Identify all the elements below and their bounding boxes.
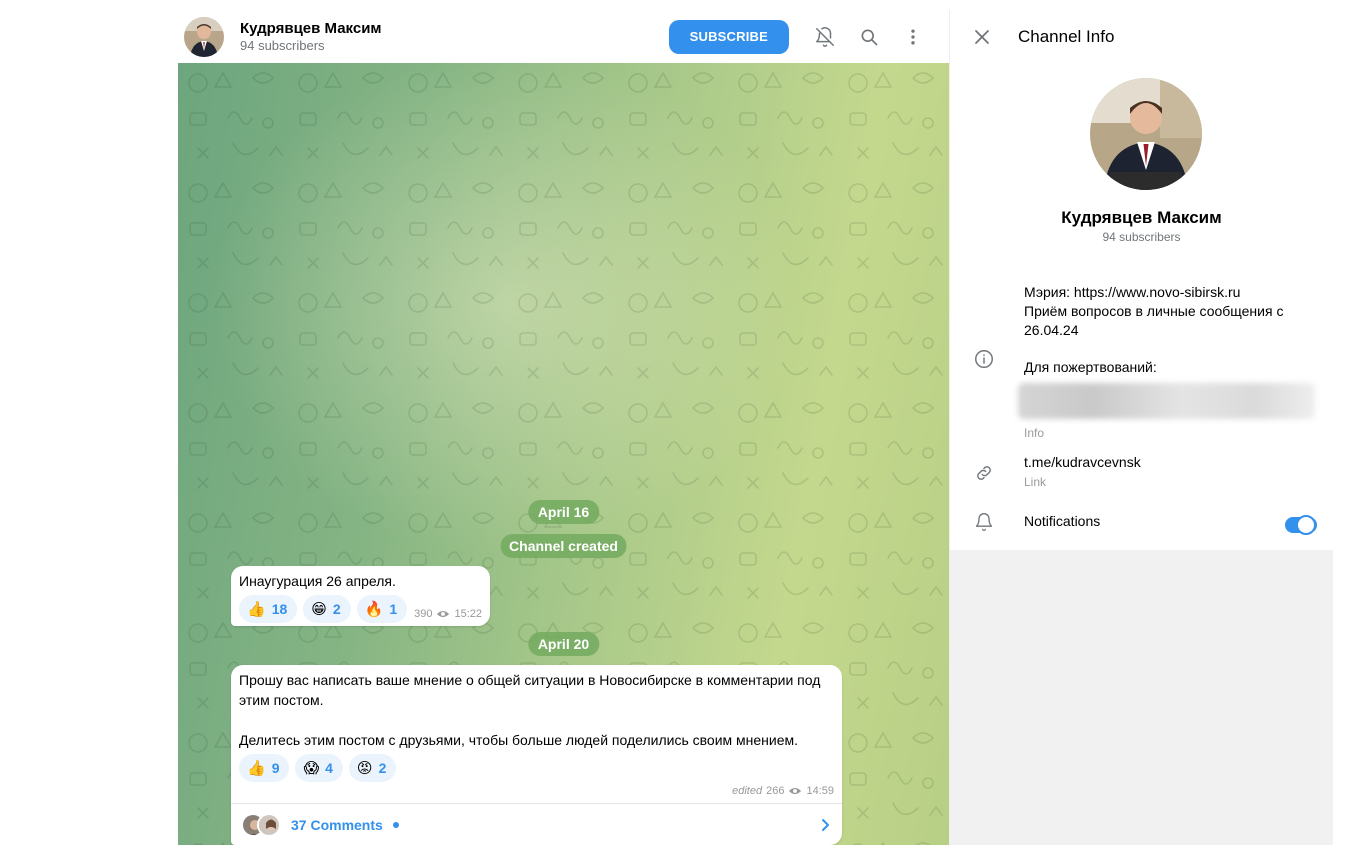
thumbs-up-emoji: 👍 <box>247 759 266 777</box>
search-button[interactable] <box>847 15 891 59</box>
chat-header-titles[interactable]: Кудрявцев Максим 94 subscribers <box>240 20 669 54</box>
reaction-fire[interactable]: 🔥 1 <box>356 595 408 623</box>
info-header: Channel Info <box>950 10 1333 63</box>
service-message: Channel created <box>500 534 627 558</box>
chat-title: Кудрявцев Максим <box>240 19 382 37</box>
channel-link[interactable]: t.me/kudravcevnsk <box>1024 453 1315 472</box>
comments-button[interactable]: 37 Comments <box>231 803 842 845</box>
channel-info-card: Channel Info Кудрявцев Максим 94 subscri… <box>950 10 1333 550</box>
scream-emoji: 😱 <box>303 759 320 777</box>
message-bubble[interactable]: Прошу вас написать ваше мнение о общей с… <box>231 665 842 845</box>
reactions: 👍 9 😱 4 😡 2 <box>239 754 834 782</box>
reaction-count: 4 <box>325 760 333 776</box>
link-caption: Link <box>1024 475 1047 489</box>
link-icon <box>972 461 996 485</box>
angry-emoji: 😡 <box>356 759 373 777</box>
reaction-thumbs-up[interactable]: 👍 9 <box>239 754 290 782</box>
info-description-body: Мэрия: https://www.novo-sibirsk.ru Приём… <box>1018 283 1315 441</box>
reaction-count: 18 <box>271 601 288 617</box>
reaction-count: 2 <box>332 601 341 617</box>
reaction-scream[interactable]: 😱 4 <box>295 754 343 782</box>
channel-info-panel: Channel Info Кудрявцев Максим 94 subscri… <box>949 10 1333 845</box>
bell-off-icon <box>816 26 834 47</box>
channel-avatar-large[interactable] <box>1090 78 1202 190</box>
search-icon <box>861 29 878 45</box>
message-text: Инаугурация 26 апреля. <box>239 573 396 589</box>
channel-avatar[interactable] <box>184 16 224 57</box>
view-count: 390 <box>414 608 433 620</box>
chat-background[interactable]: April 16 Channel created Инаугурация 26 … <box>178 63 949 845</box>
mute-button[interactable] <box>803 15 847 59</box>
reaction-count: 1 <box>389 601 398 617</box>
chat-header[interactable]: Кудрявцев Максим 94 subscribers SUBSCRIB… <box>178 10 949 63</box>
message-text: Прошу вас написать ваше мнение о общей с… <box>239 672 821 748</box>
subscribe-button[interactable]: SUBSCRIBE <box>668 19 789 54</box>
eye-icon <box>789 787 802 795</box>
more-button[interactable] <box>891 15 935 59</box>
notifications-body: Notifications <box>1024 512 1315 531</box>
thumbs-up-emoji: 👍 <box>247 600 266 618</box>
reaction-grin[interactable]: 😁 2 <box>303 595 351 623</box>
info-panel-empty-area <box>950 550 1333 845</box>
message-time: 14:59 <box>806 785 834 797</box>
edited-label: edited <box>732 785 763 797</box>
chat-column: Кудрявцев Максим 94 subscribers SUBSCRIB… <box>178 10 949 845</box>
date-separator: April 16 <box>527 500 600 524</box>
bell-icon <box>972 510 996 534</box>
reaction-count: 9 <box>271 760 280 776</box>
reaction-angry[interactable]: 😡 2 <box>348 754 397 782</box>
grin-emoji: 😁 <box>311 600 327 618</box>
close-button[interactable] <box>968 23 996 51</box>
close-icon <box>975 29 989 44</box>
view-count: 266 <box>766 785 785 797</box>
info-title: Channel Info <box>1018 26 1115 46</box>
message-bubble[interactable]: Инаугурация 26 апреля. 👍 18 😁 2 🔥 1 390 … <box>231 566 490 626</box>
unread-dot <box>392 821 399 828</box>
eye-icon <box>437 610 450 618</box>
channel-name: Кудрявцев Максим <box>1061 208 1222 227</box>
reaction-thumbs-up[interactable]: 👍 18 <box>239 595 298 623</box>
chevron-right-icon <box>822 818 829 831</box>
notifications-label: Notifications <box>1024 513 1101 529</box>
channel-subscribers: 94 subscribers <box>1102 230 1181 244</box>
date-separator: April 20 <box>527 632 600 656</box>
reaction-count: 2 <box>378 760 387 776</box>
info-caption: Info <box>1024 426 1045 440</box>
telegram-web-app: Кудрявцев Максим 94 subscribers SUBSCRIB… <box>178 10 1333 845</box>
message-meta: edited 266 14:59 <box>732 785 834 797</box>
link-body: t.me/kudravcevnsk Link <box>1024 453 1315 490</box>
blurred-donation-details <box>1018 383 1315 419</box>
fire-emoji: 🔥 <box>364 600 384 618</box>
comments-label: 37 Comments <box>291 816 383 833</box>
message-meta: 390 15:22 <box>414 608 482 620</box>
more-vertical-icon <box>911 29 915 44</box>
chat-subscribers: 94 subscribers <box>240 37 325 53</box>
message-time: 15:22 <box>454 608 482 620</box>
commenter-avatar <box>257 812 281 837</box>
notifications-toggle[interactable] <box>1285 515 1317 535</box>
channel-description: Мэрия: https://www.novo-sibirsk.ru Приём… <box>1024 284 1284 338</box>
donations-label: Для пожертвований: <box>1024 359 1157 375</box>
info-icon <box>972 347 996 371</box>
